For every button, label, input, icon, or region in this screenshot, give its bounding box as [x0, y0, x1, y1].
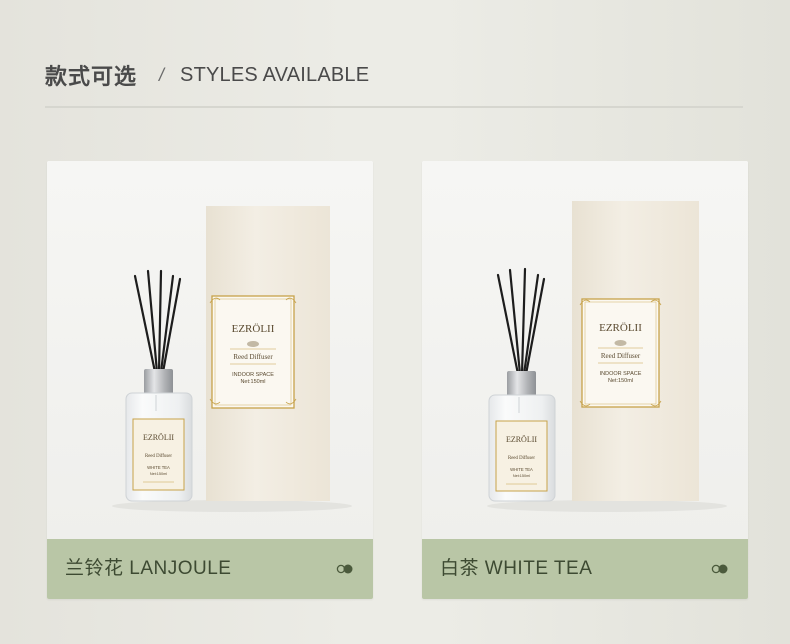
bottle-cap [507, 371, 536, 397]
diffuser-illustration: EZRÖLII Reed Diffuser INDOOR SPACE Net:1… [112, 206, 352, 512]
box-product: Reed Diffuser [601, 352, 641, 360]
product-photo: EZRÖLII Reed Diffuser INDOOR SPACE Net:1… [47, 161, 373, 539]
bottle-net: Net:150ml [513, 474, 530, 478]
box-net: Net:150ml [608, 378, 633, 384]
floor-shadow [487, 500, 727, 512]
reed-sticks [496, 267, 546, 376]
section-title-cn: 款式可选 [45, 64, 138, 89]
floor-shadow [112, 500, 352, 512]
toggle-icon[interactable] [335, 563, 355, 575]
header-divider [45, 106, 743, 108]
box-space: INDOOR SPACE [232, 372, 274, 378]
product-label-bar: 白茶 WHITE TEA [422, 539, 748, 599]
bottle-cap [144, 369, 173, 395]
bottle-scent: WHITE TEA [147, 465, 170, 470]
box-label-frame [211, 295, 295, 409]
box-crest [614, 340, 627, 346]
product-label-bar: 兰铃花 LANJOULE [47, 539, 373, 599]
box-crest [247, 341, 259, 347]
box-brand: EZRÖLII [599, 322, 642, 334]
bottle-product: Reed Diffuser [145, 454, 172, 459]
toggle-icon[interactable] [710, 563, 730, 575]
box-brand: EZRÖLII [232, 323, 275, 335]
title-separator: / [159, 64, 165, 85]
reed-sticks [133, 269, 182, 374]
product-card-lanjoule[interactable]: EZRÖLII Reed Diffuser INDOOR SPACE Net:1… [47, 161, 373, 599]
box-net: Net:150ml [240, 379, 265, 385]
product-name: 白茶 WHITE TEA [440, 558, 593, 579]
product-card-white-tea[interactable]: EZRÖLII Reed Diffuser INDOOR SPACE Net:1… [422, 161, 748, 599]
section-title-en: STYLES AVAILABLE [180, 63, 370, 86]
bottle-brand: EZRÖLII [143, 433, 174, 442]
product-name: 兰铃花 LANJOULE [65, 558, 232, 579]
product-photo: EZRÖLII Reed Diffuser INDOOR SPACE Net:1… [422, 161, 748, 539]
bottle-scent: WHITE TEA [510, 467, 533, 472]
bottle-product: Reed Diffuser [508, 456, 535, 461]
bottle-net: Net:150ml [150, 472, 167, 476]
diffuser-illustration: EZRÖLII Reed Diffuser INDOOR SPACE Net:1… [487, 201, 727, 512]
box-space: INDOOR SPACE [600, 371, 642, 377]
section-header: 款式可选 / STYLES AVAILABLE [45, 58, 369, 92]
bottle-brand: EZRÖLII [506, 435, 537, 444]
box-product: Reed Diffuser [233, 353, 273, 361]
